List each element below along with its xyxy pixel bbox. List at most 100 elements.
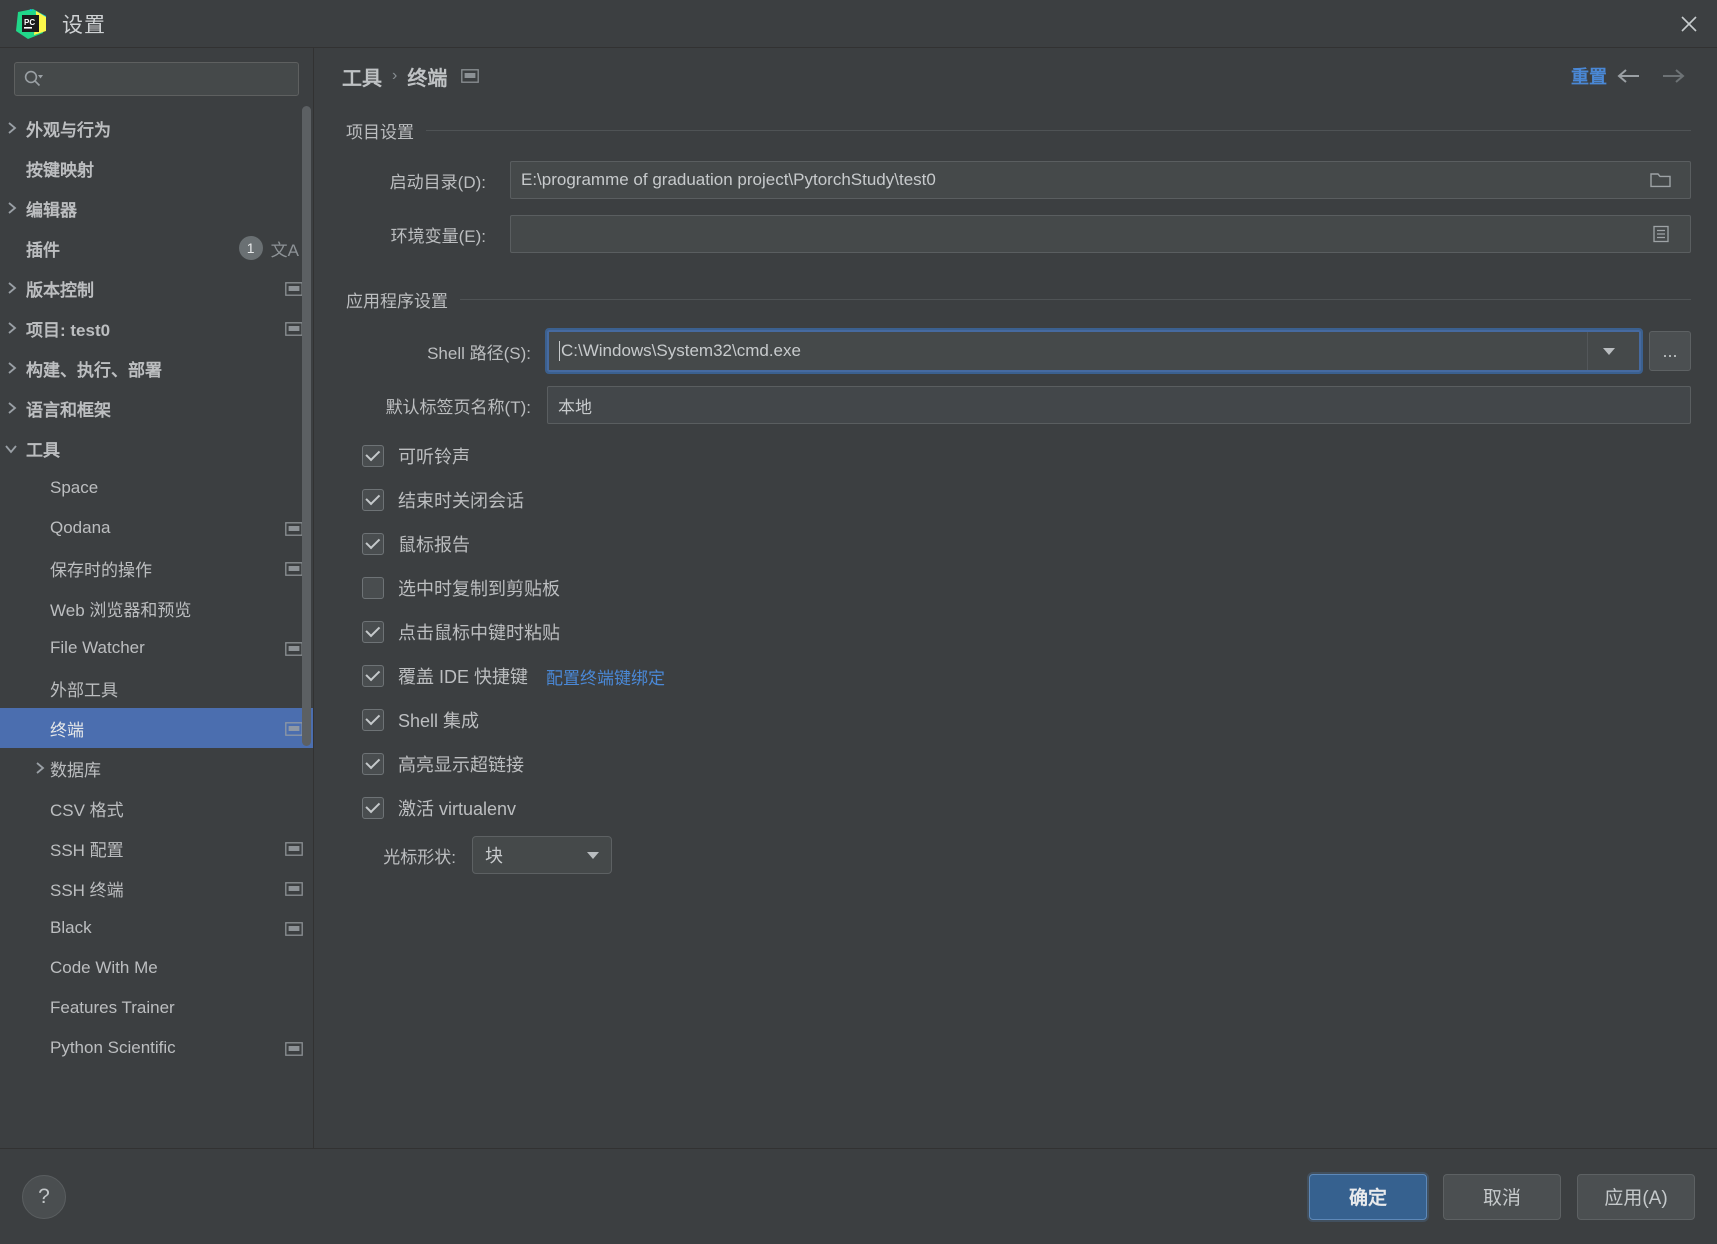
checkbox-6[interactable] bbox=[362, 709, 384, 731]
sidebar-item-18[interactable]: SSH 配置 bbox=[0, 828, 313, 868]
start-directory-field[interactable]: E:\programme of graduation project\Pytor… bbox=[510, 161, 1691, 199]
sidebar-item-0[interactable]: 外观与行为 bbox=[0, 108, 313, 148]
checkbox-label-7[interactable]: 高亮显示超链接 bbox=[398, 751, 524, 777]
shell-path-browse-button[interactable]: ... bbox=[1649, 331, 1691, 371]
checkbox-3[interactable] bbox=[362, 577, 384, 599]
sidebar-item-label: CSV 格式 bbox=[50, 800, 124, 820]
search-container bbox=[0, 48, 313, 106]
sidebar-item-22[interactable]: Features Trainer bbox=[0, 988, 313, 1028]
checkbox-4[interactable] bbox=[362, 621, 384, 643]
sidebar-item-2[interactable]: 编辑器 bbox=[0, 188, 313, 228]
checkbox-1[interactable] bbox=[362, 489, 384, 511]
sidebar-item-label: 语言和框架 bbox=[26, 400, 111, 420]
option-row-0: 可听铃声 bbox=[346, 434, 1691, 478]
tab-name-value: 本地 bbox=[558, 397, 592, 417]
project-scope-icon bbox=[285, 1041, 303, 1056]
sidebar-item-21[interactable]: Code With Me bbox=[0, 948, 313, 988]
env-vars-field[interactable] bbox=[510, 215, 1691, 253]
cursor-shape-select[interactable]: 块 bbox=[472, 836, 612, 874]
chevron-right-icon[interactable] bbox=[0, 401, 22, 415]
reset-link[interactable]: 重置 bbox=[1571, 63, 1607, 89]
checkbox-label-5[interactable]: 覆盖 IDE 快捷键 bbox=[398, 663, 528, 689]
sidebar-item-16[interactable]: 数据库 bbox=[0, 748, 313, 788]
checkbox-8[interactable] bbox=[362, 797, 384, 819]
cancel-button[interactable]: 取消 bbox=[1443, 1173, 1561, 1220]
ok-button[interactable]: 确定 bbox=[1309, 1173, 1427, 1220]
help-icon[interactable]: ? bbox=[22, 1174, 66, 1219]
env-vars-row: 环境变量(E): bbox=[346, 215, 1691, 253]
sidebar-item-19[interactable]: SSH 终端 bbox=[0, 868, 313, 908]
chevron-right-icon[interactable] bbox=[0, 361, 22, 375]
arrow-left-icon[interactable] bbox=[1607, 58, 1651, 94]
list-edit-icon[interactable] bbox=[1642, 216, 1680, 252]
sidebar-item-20[interactable]: Black bbox=[0, 908, 313, 948]
chevron-down-icon[interactable] bbox=[0, 443, 22, 454]
sidebar-item-13[interactable]: File Watcher bbox=[0, 628, 313, 668]
chevron-down-icon[interactable] bbox=[1587, 332, 1629, 370]
sidebar-item-15[interactable]: 终端 bbox=[0, 708, 313, 748]
window-title: 设置 bbox=[62, 13, 106, 37]
project-scope-icon bbox=[285, 641, 303, 656]
sidebar-item-14[interactable]: 外部工具 bbox=[0, 668, 313, 708]
sidebar-item-6[interactable]: 构建、执行、部署 bbox=[0, 348, 313, 388]
sidebar-item-7[interactable]: 语言和框架 bbox=[0, 388, 313, 428]
checkbox-7[interactable] bbox=[362, 753, 384, 775]
project-scope-icon bbox=[285, 281, 303, 296]
checkbox-label-2[interactable]: 鼠标报告 bbox=[398, 531, 470, 557]
project-scope-icon bbox=[285, 321, 303, 336]
chevron-right-icon[interactable] bbox=[0, 281, 22, 295]
sidebar-item-17[interactable]: CSV 格式 bbox=[0, 788, 313, 828]
sidebar-item-1[interactable]: 按键映射 bbox=[0, 148, 313, 188]
chevron-down-icon[interactable] bbox=[575, 850, 611, 860]
checkbox-label-3[interactable]: 选中时复制到剪贴板 bbox=[398, 575, 560, 601]
tab-name-field[interactable]: 本地 bbox=[547, 386, 1691, 424]
sidebar-item-label: 外部工具 bbox=[50, 680, 118, 700]
settings-content: 项目设置 启动目录(D): E:\programme of graduation… bbox=[314, 104, 1717, 1148]
sidebar-item-label: 工具 bbox=[26, 440, 60, 460]
breadcrumb-parent[interactable]: 工具 bbox=[342, 62, 382, 91]
checkbox-label-0[interactable]: 可听铃声 bbox=[398, 443, 470, 469]
checkbox-0[interactable] bbox=[362, 445, 384, 467]
shell-path-field[interactable]: C:\Windows\System32\cmd.exe bbox=[545, 328, 1643, 374]
sidebar-item-label: 构建、执行、部署 bbox=[26, 360, 162, 380]
sidebar-item-8[interactable]: 工具 bbox=[0, 428, 313, 468]
cursor-shape-row: 光标形状: 块 bbox=[346, 836, 1691, 874]
sidebar-item-3[interactable]: 插件 1 文A bbox=[0, 228, 313, 268]
option-row-3: 选中时复制到剪贴板 bbox=[346, 566, 1691, 610]
sidebar-item-12[interactable]: Web 浏览器和预览 bbox=[0, 588, 313, 628]
project-scope-icon bbox=[285, 561, 303, 576]
search-input[interactable] bbox=[47, 71, 290, 87]
dialog-footer: ? 确定 取消 应用(A) bbox=[0, 1148, 1717, 1244]
arrow-right-icon[interactable] bbox=[1651, 58, 1695, 94]
sidebar-item-label: 编辑器 bbox=[26, 200, 77, 220]
sidebar-scrollbar-thumb[interactable] bbox=[302, 106, 311, 746]
sidebar-item-23[interactable]: Python Scientific bbox=[0, 1028, 313, 1068]
configure-terminal-keybindings-link[interactable]: 配置终端键绑定 bbox=[546, 664, 665, 689]
plugin-update-badge: 1 bbox=[238, 236, 263, 260]
checkbox-label-1[interactable]: 结束时关闭会话 bbox=[398, 487, 524, 513]
group-divider bbox=[426, 130, 1691, 131]
sidebar-item-10[interactable]: Qodana bbox=[0, 508, 313, 548]
sidebar-item-4[interactable]: 版本控制 bbox=[0, 268, 313, 308]
sidebar-item-5[interactable]: 项目: test0 bbox=[0, 308, 313, 348]
shell-path-label: Shell 路径(S): bbox=[427, 343, 531, 363]
start-directory-value: E:\programme of graduation project\Pytor… bbox=[521, 170, 936, 189]
sidebar-item-9[interactable]: Space bbox=[0, 468, 313, 508]
chevron-right-icon[interactable] bbox=[28, 761, 50, 775]
search-box[interactable] bbox=[14, 62, 299, 96]
checkbox-5[interactable] bbox=[362, 665, 384, 687]
chevron-right-icon[interactable] bbox=[0, 321, 22, 335]
close-icon[interactable] bbox=[1661, 0, 1717, 48]
apply-button[interactable]: 应用(A) bbox=[1577, 1173, 1695, 1220]
checkbox-label-4[interactable]: 点击鼠标中键时粘贴 bbox=[398, 619, 560, 645]
sidebar-item-11[interactable]: 保存时的操作 bbox=[0, 548, 313, 588]
pycharm-logo-icon: PC bbox=[16, 8, 46, 39]
checkbox-label-6[interactable]: Shell 集成 bbox=[398, 707, 479, 733]
sidebar-item-label: Web 浏览器和预览 bbox=[50, 600, 192, 620]
folder-icon[interactable] bbox=[1642, 162, 1680, 198]
sidebar-scrollbar[interactable] bbox=[302, 106, 311, 1136]
checkbox-label-8[interactable]: 激活 virtualenv bbox=[398, 795, 516, 821]
chevron-right-icon[interactable] bbox=[0, 121, 22, 135]
chevron-right-icon[interactable] bbox=[0, 201, 22, 215]
checkbox-2[interactable] bbox=[362, 533, 384, 555]
